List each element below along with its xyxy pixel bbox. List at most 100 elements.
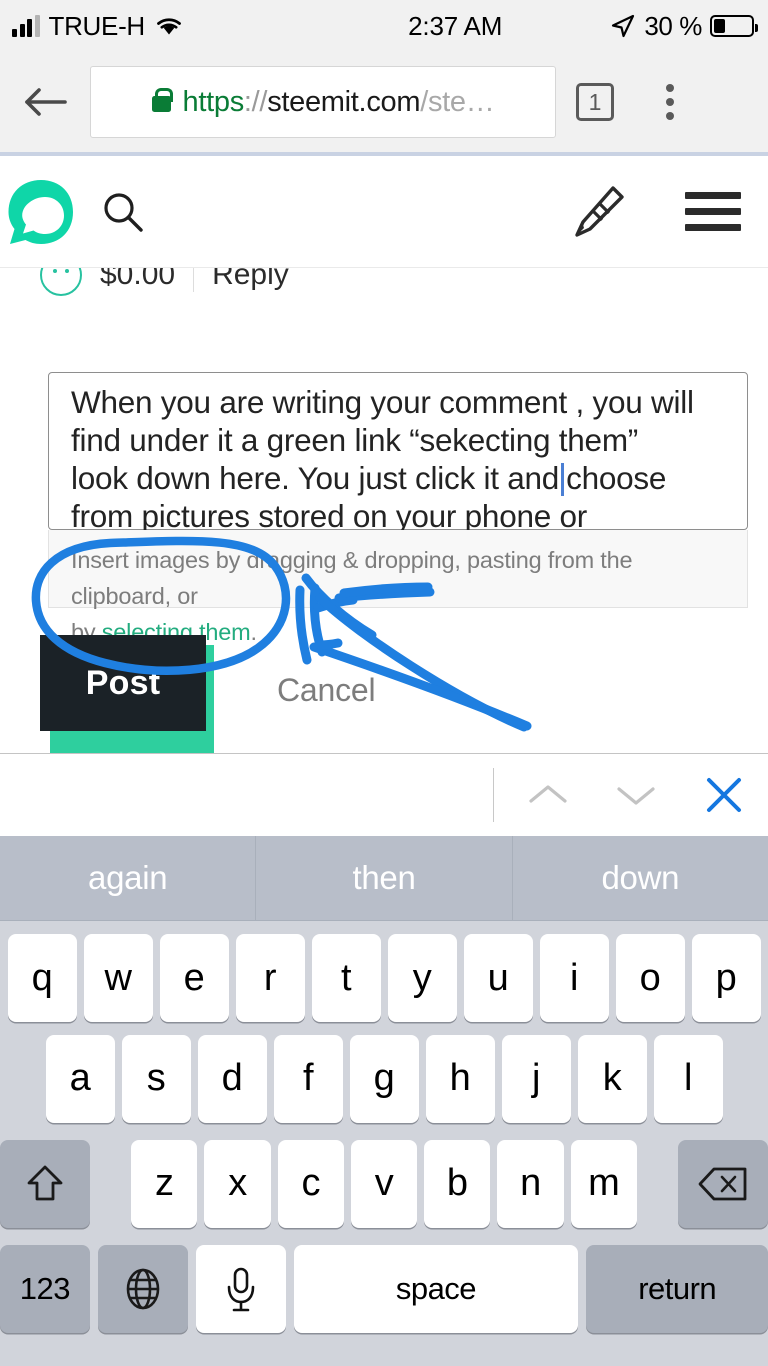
key-e[interactable]: e (159, 934, 229, 1022)
post-button-label: Post (85, 663, 161, 702)
suggestion-0[interactable]: again (0, 836, 255, 920)
key-q[interactable]: q (7, 934, 77, 1022)
comment-line-1: When you are writing your comment , you … (71, 384, 694, 420)
chevron-up-icon (529, 785, 567, 803)
url-path: /ste… (420, 85, 495, 118)
key-w[interactable]: w (83, 934, 153, 1022)
shift-arrow-icon (27, 1165, 63, 1200)
keyboard-row-2: a s d f g h j k l (0, 1026, 768, 1131)
overflow-menu-icon-dot3 (666, 112, 674, 120)
reply-button[interactable]: Reply (212, 268, 289, 292)
steemit-header (0, 156, 768, 268)
comment-textarea[interactable]: When you are writing your comment , you … (48, 372, 748, 534)
post-button[interactable]: Post (40, 635, 206, 731)
key-i[interactable]: i (539, 934, 609, 1022)
wifi-icon (157, 18, 181, 35)
lock-icon (151, 87, 174, 112)
keyboard-row-1: q w e r t y u i o p (0, 921, 768, 1026)
overflow-menu-icon (666, 84, 674, 92)
hamburger-menu-button[interactable] (658, 192, 768, 231)
return-key[interactable]: return (586, 1244, 768, 1333)
key-a[interactable]: a (45, 1034, 115, 1123)
url-host: steemit.com (267, 85, 421, 118)
key-l[interactable]: l (653, 1034, 723, 1123)
battery-percent: 30 % (644, 10, 702, 41)
key-f[interactable]: f (273, 1034, 343, 1123)
previous-field-button[interactable] (504, 754, 592, 837)
compose-button[interactable] (538, 183, 658, 241)
back-arrow-icon (25, 88, 67, 116)
suggestion-2[interactable]: down (511, 836, 768, 920)
url-bar[interactable]: https://steemit.com/ste… (90, 66, 556, 138)
key-k[interactable]: k (577, 1034, 647, 1123)
key-s[interactable]: s (121, 1034, 191, 1123)
key-g[interactable]: g (349, 1034, 419, 1123)
hamburger-menu-icon-line2 (685, 208, 741, 215)
key-h[interactable]: h (425, 1034, 495, 1123)
key-j[interactable]: j (501, 1034, 571, 1123)
page-content: $0.00 Reply When you are writing your co… (0, 268, 768, 753)
keyboard-row-3: z x c v b n m (0, 1131, 768, 1236)
browser-toolbar: https://steemit.com/ste… 1 (0, 52, 768, 152)
overflow-menu-icon-dot2 (666, 98, 674, 106)
key-z[interactable]: z (131, 1139, 198, 1228)
status-bar-center: 2:37 AM (300, 11, 610, 42)
search-icon (104, 192, 143, 232)
key-r[interactable]: r (235, 934, 305, 1022)
comment-meta-row: $0.00 Reply (40, 268, 289, 298)
comment-line-3b: choose (566, 460, 667, 496)
battery-icon (710, 15, 758, 37)
on-screen-keyboard: again then down q w e r t y u i o p a s … (0, 836, 768, 1366)
payout-circle-icon (40, 268, 82, 296)
autocorrect-suggestions: again then down (0, 836, 768, 921)
steemit-logo-icon (8, 179, 73, 244)
status-bar: TRUE-H 2:37 AM 30 % (0, 0, 768, 52)
next-field-button[interactable] (592, 754, 680, 837)
keyboard-accessory-bar (0, 753, 768, 836)
key-n[interactable]: n (497, 1139, 564, 1228)
close-x-icon (707, 778, 741, 812)
hint-suffix: . (250, 619, 257, 645)
dismiss-keyboard-button[interactable] (680, 754, 768, 837)
cancel-button[interactable]: Cancel (277, 672, 376, 709)
key-m[interactable]: m (570, 1139, 637, 1228)
language-switch-key[interactable] (97, 1244, 188, 1333)
tabs-icon: 1 (576, 83, 614, 121)
meta-divider (193, 268, 195, 292)
pencil-compose-icon (575, 185, 624, 237)
hamburger-menu-icon (685, 192, 741, 199)
accessory-divider (493, 768, 494, 822)
backspace-key[interactable] (677, 1139, 768, 1228)
key-d[interactable]: d (197, 1034, 267, 1123)
key-p[interactable]: p (691, 934, 761, 1022)
url-separator: :// (243, 85, 268, 118)
steemit-logo-button[interactable] (2, 176, 80, 248)
key-b[interactable]: b (424, 1139, 491, 1228)
editor-hint-panel: Insert images by dragging & dropping, pa… (48, 530, 748, 645)
key-c[interactable]: c (277, 1139, 344, 1228)
comment-line-4: from pictures stored on your phone or (71, 498, 588, 534)
key-v[interactable]: v (350, 1139, 418, 1228)
shift-key[interactable] (0, 1139, 91, 1228)
key-u[interactable]: u (463, 934, 533, 1022)
space-key[interactable]: space (293, 1244, 579, 1333)
tab-switcher-button[interactable]: 1 (556, 83, 634, 121)
keyboard-row-4: 123 space return (0, 1236, 768, 1341)
globe-language-icon (126, 1268, 160, 1309)
url-scheme: https (182, 85, 245, 118)
browser-menu-button[interactable] (634, 84, 706, 120)
suggestion-1[interactable]: then (255, 836, 511, 920)
search-button[interactable] (80, 189, 166, 235)
browser-back-button[interactable] (0, 82, 90, 122)
key-t[interactable]: t (311, 934, 381, 1022)
key-y[interactable]: y (387, 934, 457, 1022)
microphone-icon (227, 1267, 254, 1311)
payout-amount: $0.00 (100, 268, 176, 291)
url-text: https://steemit.com/ste… (183, 86, 495, 119)
numeric-keyboard-key[interactable]: 123 (0, 1244, 90, 1333)
dictation-key[interactable] (195, 1244, 286, 1333)
text-caret (561, 463, 565, 496)
key-o[interactable]: o (615, 934, 685, 1022)
key-x[interactable]: x (204, 1139, 271, 1228)
phone-screen: TRUE-H 2:37 AM 30 % https://steemit.com/… (0, 0, 768, 1366)
